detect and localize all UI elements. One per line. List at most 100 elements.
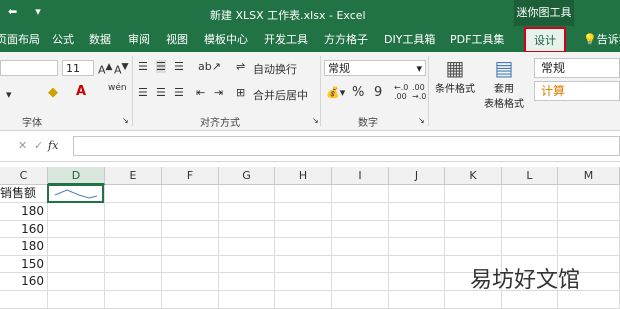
font-size-box[interactable]: 11 bbox=[62, 60, 94, 76]
tab-formulas[interactable]: 公式 bbox=[52, 31, 74, 47]
style-calculation[interactable]: 计算 bbox=[534, 81, 620, 101]
empty-cell[interactable] bbox=[219, 256, 275, 273]
orientation-icon[interactable]: ab↗ bbox=[198, 60, 221, 73]
empty-cell[interactable] bbox=[275, 291, 332, 309]
empty-cell[interactable] bbox=[275, 185, 332, 203]
conditional-format-button[interactable]: ▦ 条件格式 bbox=[432, 56, 478, 95]
cancel-icon[interactable]: ✕ bbox=[18, 139, 27, 152]
column-header-k[interactable]: K bbox=[445, 167, 502, 185]
empty-cell[interactable] bbox=[219, 221, 275, 238]
empty-cell[interactable] bbox=[105, 291, 162, 309]
undo-icon[interactable]: ⬅ bbox=[8, 5, 17, 18]
empty-cell[interactable] bbox=[502, 185, 558, 203]
empty-cell[interactable] bbox=[389, 185, 445, 203]
cell-header[interactable]: 销售额 bbox=[0, 185, 48, 203]
empty-cell[interactable] bbox=[275, 256, 332, 273]
cell-value[interactable]: 180 bbox=[0, 238, 48, 256]
empty-cell[interactable] bbox=[332, 203, 389, 221]
empty-cell[interactable] bbox=[332, 273, 389, 291]
align-bottom-icon[interactable]: ☰ bbox=[174, 60, 184, 73]
column-header-g[interactable]: G bbox=[219, 167, 275, 185]
style-normal[interactable]: 常规 bbox=[534, 58, 620, 78]
percent-button[interactable]: % bbox=[352, 85, 364, 100]
empty-cell[interactable] bbox=[0, 291, 48, 309]
column-header-e[interactable]: E bbox=[105, 167, 162, 185]
tab-developer[interactable]: 开发工具 bbox=[264, 31, 308, 47]
phonetic-icon[interactable]: wén bbox=[108, 83, 127, 93]
empty-cell[interactable] bbox=[389, 203, 445, 221]
increase-indent-icon[interactable]: ⇥ bbox=[214, 86, 223, 99]
tab-tell-me[interactable]: 💡告诉我 bbox=[583, 31, 620, 47]
column-header-l[interactable]: L bbox=[502, 167, 558, 185]
alignment-dialog-launcher-icon[interactable]: ↘ bbox=[312, 116, 319, 125]
empty-cell[interactable] bbox=[502, 221, 558, 238]
column-header-h[interactable]: H bbox=[275, 167, 332, 185]
empty-cell[interactable] bbox=[332, 238, 389, 256]
tab-view[interactable]: 视图 bbox=[166, 31, 188, 47]
empty-cell[interactable] bbox=[445, 238, 502, 256]
increase-font-icon[interactable]: A▲ bbox=[98, 61, 113, 77]
empty-cell[interactable] bbox=[332, 221, 389, 238]
decrease-decimal-icon[interactable]: .00 →.0 bbox=[412, 83, 426, 101]
merge-center-label[interactable]: 合并后居中 bbox=[253, 87, 308, 103]
cell-value[interactable]: 160 bbox=[0, 221, 48, 238]
empty-cell[interactable] bbox=[445, 203, 502, 221]
column-header-i[interactable]: I bbox=[332, 167, 389, 185]
decrease-indent-icon[interactable]: ⇤ bbox=[196, 86, 205, 99]
cell-value[interactable]: 180 bbox=[0, 203, 48, 221]
decrease-font-icon[interactable]: A▼ bbox=[114, 61, 129, 77]
empty-cell[interactable] bbox=[558, 238, 620, 256]
tab-fangfang[interactable]: 方方格子 bbox=[324, 31, 368, 47]
empty-cell[interactable] bbox=[389, 256, 445, 273]
number-dialog-launcher-icon[interactable]: ↘ bbox=[418, 116, 425, 125]
empty-cell[interactable] bbox=[332, 256, 389, 273]
number-format-dropdown[interactable]: 常规 ▾ bbox=[324, 60, 426, 76]
column-header-j[interactable]: J bbox=[389, 167, 445, 185]
empty-cell[interactable] bbox=[162, 203, 219, 221]
tab-design[interactable]: 设计 bbox=[524, 27, 566, 53]
empty-cell[interactable] bbox=[558, 185, 620, 203]
empty-cell[interactable] bbox=[275, 203, 332, 221]
cell-value[interactable]: 160 bbox=[0, 273, 48, 291]
empty-cell[interactable] bbox=[389, 291, 445, 309]
empty-cell[interactable] bbox=[219, 238, 275, 256]
empty-cell[interactable] bbox=[105, 238, 162, 256]
font-color-icon[interactable]: A bbox=[76, 84, 86, 99]
align-right-icon[interactable]: ☰ bbox=[174, 86, 184, 99]
empty-cell[interactable] bbox=[162, 273, 219, 291]
empty-cell[interactable] bbox=[105, 273, 162, 291]
empty-cell[interactable] bbox=[48, 256, 105, 273]
selected-cell-sparkline[interactable] bbox=[47, 184, 104, 203]
empty-cell[interactable] bbox=[332, 291, 389, 309]
format-as-table-button[interactable]: ▤ 套用 表格格式 bbox=[478, 56, 530, 110]
align-top-icon[interactable]: ☰ bbox=[138, 60, 148, 73]
empty-cell[interactable] bbox=[48, 291, 105, 309]
align-left-icon[interactable]: ☰ bbox=[138, 86, 148, 99]
empty-cell[interactable] bbox=[48, 273, 105, 291]
empty-cell[interactable] bbox=[105, 256, 162, 273]
empty-cell[interactable] bbox=[162, 238, 219, 256]
font-dialog-launcher-icon[interactable]: ↘ bbox=[122, 116, 129, 125]
empty-cell[interactable] bbox=[162, 291, 219, 309]
merge-icon[interactable]: ⊞ bbox=[236, 86, 245, 99]
empty-cell[interactable] bbox=[389, 273, 445, 291]
tab-template-center[interactable]: 模板中心 bbox=[204, 31, 248, 47]
empty-cell[interactable] bbox=[219, 185, 275, 203]
empty-cell[interactable] bbox=[105, 185, 162, 203]
font-name-box[interactable] bbox=[0, 60, 58, 76]
empty-cell[interactable] bbox=[219, 273, 275, 291]
formula-input[interactable] bbox=[73, 136, 620, 156]
empty-cell[interactable] bbox=[332, 185, 389, 203]
wrap-text-icon[interactable]: ⇌ bbox=[236, 60, 245, 73]
empty-cell[interactable] bbox=[558, 221, 620, 238]
empty-cell[interactable] bbox=[558, 203, 620, 221]
column-header-c[interactable]: C bbox=[0, 167, 48, 185]
cell-value[interactable]: 150 bbox=[0, 256, 48, 273]
empty-cell[interactable] bbox=[445, 221, 502, 238]
empty-cell[interactable] bbox=[105, 203, 162, 221]
empty-cell[interactable] bbox=[162, 221, 219, 238]
empty-cell[interactable] bbox=[502, 203, 558, 221]
empty-cell[interactable] bbox=[275, 238, 332, 256]
wrap-text-label[interactable]: 自动换行 bbox=[253, 61, 297, 77]
column-header-m[interactable]: M bbox=[558, 167, 620, 185]
